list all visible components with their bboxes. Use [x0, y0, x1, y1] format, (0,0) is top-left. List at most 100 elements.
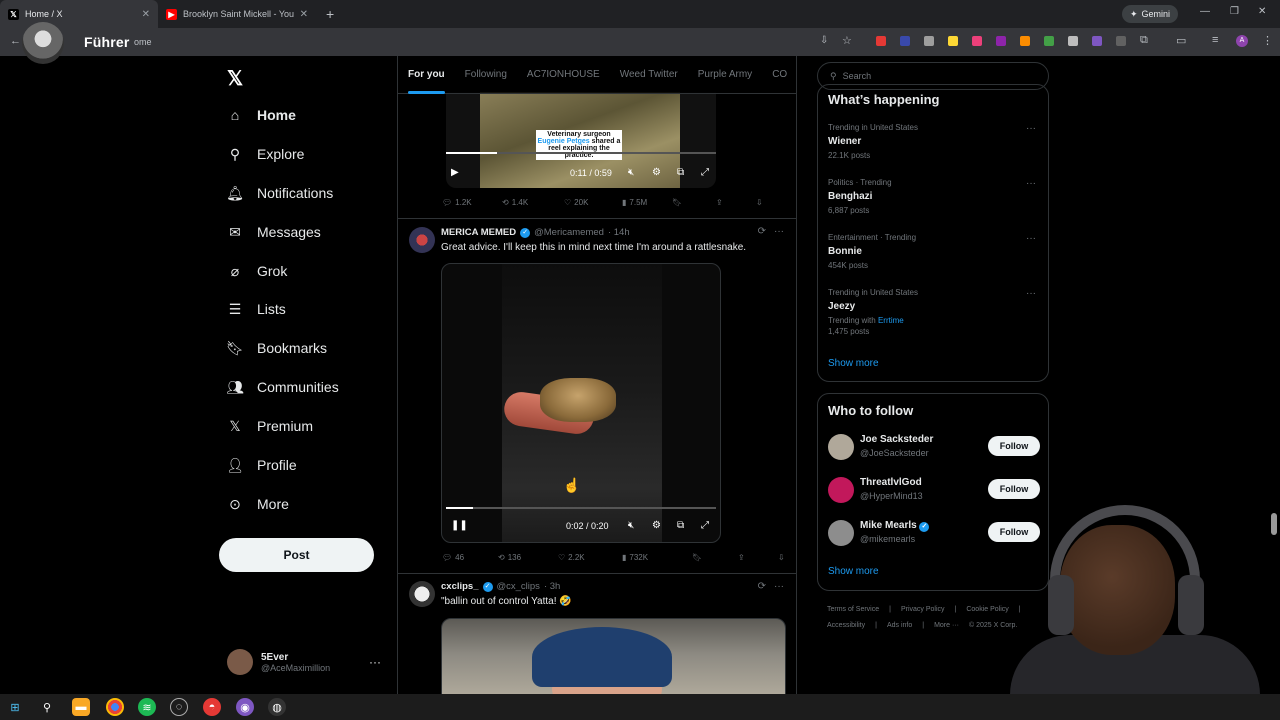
more-dots-icon[interactable]: ··· [1026, 233, 1036, 244]
mute-icon[interactable]: 🔇︎ [628, 167, 634, 178]
nav-explore[interactable]: ⚲ Explore [227, 146, 305, 163]
trend-with-link[interactable]: Errtime [878, 316, 904, 325]
trend-item[interactable]: Trending in United States Jeezy Trending… [828, 288, 1040, 336]
share-icon[interactable]: ⇪ [716, 198, 756, 207]
extension-icon[interactable] [948, 36, 958, 46]
close-window-icon[interactable]: ✕ [1258, 6, 1266, 17]
extension-icon[interactable] [1116, 36, 1126, 46]
grok-icon[interactable]: ⟳ [758, 226, 766, 237]
settings-icon[interactable]: ⚙ [652, 167, 661, 178]
file-explorer-icon[interactable]: ▬ [72, 698, 90, 716]
avatar[interactable] [409, 227, 435, 253]
chrome-icon[interactable] [106, 698, 124, 716]
extension-icon[interactable] [1020, 36, 1030, 46]
nav-profile[interactable]: 👤︎ Profile [226, 457, 297, 474]
scrollbar[interactable] [1271, 513, 1277, 535]
share-icon[interactable]: ⇪ [738, 553, 778, 562]
footer-link[interactable]: Privacy Policy [901, 606, 945, 613]
tab-youtube[interactable]: ▶ Brooklyn Saint Mickell - YouTub ✕ [158, 0, 316, 28]
windows-start-icon[interactable]: ⊞ [6, 698, 24, 716]
kebab-menu-icon[interactable]: ⋮ [1262, 34, 1273, 47]
profile-avatar-icon[interactable]: A [1236, 35, 1248, 47]
pip-icon[interactable]: ⧉ [677, 167, 684, 178]
restore-icon[interactable]: ❐ [1230, 6, 1239, 17]
nav-more[interactable]: ⊙ More [227, 496, 289, 513]
author-handle[interactable]: @cx_clips [497, 581, 540, 592]
author-name[interactable]: cxclips_ [441, 581, 479, 592]
media-icon[interactable]: ≡ [1212, 34, 1218, 46]
close-icon[interactable]: ✕ [300, 9, 308, 20]
extension-icon[interactable] [972, 36, 982, 46]
timeline[interactable]: For you Following AC7IONHOUSE Weed Twitt… [397, 56, 797, 694]
extension-icon[interactable] [1068, 36, 1078, 46]
download-icon[interactable]: ⇩ [756, 198, 763, 207]
fullscreen-icon[interactable]: ⤢ [701, 167, 709, 178]
avatar[interactable] [409, 581, 435, 607]
tab-for-you[interactable]: For you [398, 56, 455, 94]
like-button[interactable]: ♡ 2.2K [558, 553, 622, 562]
extension-icon[interactable] [1044, 36, 1054, 46]
extension-icon[interactable] [1092, 36, 1102, 46]
footer-link[interactable]: Accessibility [827, 622, 865, 629]
nav-notifications[interactable]: 🔔︎ Notifications [226, 185, 333, 202]
tab-list[interactable]: Purple Army [688, 56, 762, 94]
trend-item[interactable]: Entertainment · Trending Bonnie 454K pos… [828, 233, 1040, 270]
account-switcher[interactable]: 5Ever @AceMaximillion ··· [227, 649, 387, 675]
nav-home[interactable]: ⌂ Home [227, 107, 296, 123]
star-icon[interactable]: ☆ [842, 34, 852, 47]
pokeball-icon[interactable]: ◓ [203, 698, 221, 716]
close-icon[interactable]: ✕ [142, 9, 150, 20]
nav-communities[interactable]: 👥︎ Communities [226, 379, 339, 396]
more-dots-icon[interactable]: ··· [1026, 288, 1036, 299]
more-dots-icon[interactable]: ··· [774, 581, 784, 592]
video-player[interactable] [441, 263, 721, 543]
tab-list[interactable]: AC7IONHOUSE [517, 56, 610, 94]
nav-messages[interactable]: ✉ Messages [227, 224, 321, 241]
views-button[interactable]: ▮ 7.5M [622, 198, 672, 207]
back-arrow-icon[interactable]: ← [10, 35, 21, 47]
tab-following[interactable]: Following [455, 56, 517, 94]
post-button[interactable]: Post [219, 538, 374, 572]
fullscreen-icon[interactable]: ⤢ [701, 520, 709, 531]
more-dots-icon[interactable]: ··· [774, 226, 784, 237]
pause-icon[interactable]: ❚❚ [451, 520, 468, 531]
show-more-link[interactable]: Show more [828, 358, 879, 369]
follow-button[interactable]: Follow [988, 436, 1040, 456]
tweet-age[interactable]: · 3h [544, 581, 560, 592]
extension-icon[interactable] [996, 36, 1006, 46]
views-button[interactable]: ▮ 732K [622, 553, 692, 562]
gemini-button[interactable]: ✦ Gemini [1122, 5, 1179, 23]
nav-bookmarks[interactable]: 🔖︎ Bookmarks [226, 340, 327, 357]
more-dots-icon[interactable]: ··· [1026, 123, 1036, 134]
sidebar-icon[interactable]: ▭ [1176, 34, 1186, 47]
app-icon[interactable]: ◌ [170, 698, 188, 716]
like-button[interactable]: ♡ 20K [564, 198, 622, 207]
extension-icon[interactable] [900, 36, 910, 46]
minimize-icon[interactable]: — [1200, 6, 1210, 17]
repost-button[interactable]: ⟲ 1.4K [502, 198, 564, 207]
app-icon[interactable]: ◉ [236, 698, 254, 716]
reply-button[interactable]: 💬︎ 46 [442, 553, 498, 562]
extension-icon[interactable] [924, 36, 934, 46]
bookmark-icon[interactable]: 🔖︎ [672, 198, 716, 207]
more-dots-icon[interactable]: ··· [1026, 178, 1036, 189]
more-dots-icon[interactable]: ··· [369, 655, 381, 669]
video-player[interactable] [441, 618, 786, 694]
nav-grok[interactable]: ⌀ Grok [227, 263, 288, 280]
search-icon[interactable]: ⚲ [38, 698, 56, 716]
footer-link[interactable]: Ads info [887, 622, 912, 629]
tweet-age[interactable]: · 14h [608, 227, 630, 238]
author-name[interactable]: MERICA MEMED [441, 227, 516, 238]
author-handle[interactable]: @Mericamemed [534, 227, 604, 238]
x-logo-icon[interactable]: 𝕏 [227, 66, 243, 91]
reply-button[interactable]: 💬︎ 1.2K [442, 198, 502, 207]
mute-icon[interactable]: 🔇︎ [628, 520, 634, 531]
extension-icon[interactable] [876, 36, 886, 46]
footer-link[interactable]: Terms of Service [827, 606, 879, 613]
footer-link[interactable]: More ··· [934, 622, 959, 629]
bookmark-icon[interactable]: 🔖︎ [692, 553, 738, 562]
play-icon[interactable]: ▶ [451, 167, 459, 178]
nav-premium[interactable]: 𝕏 Premium [227, 418, 313, 435]
repost-button[interactable]: ⟲ 136 [498, 553, 558, 562]
trend-item[interactable]: Politics · Trending Benghazi 6,887 posts… [828, 178, 1040, 215]
